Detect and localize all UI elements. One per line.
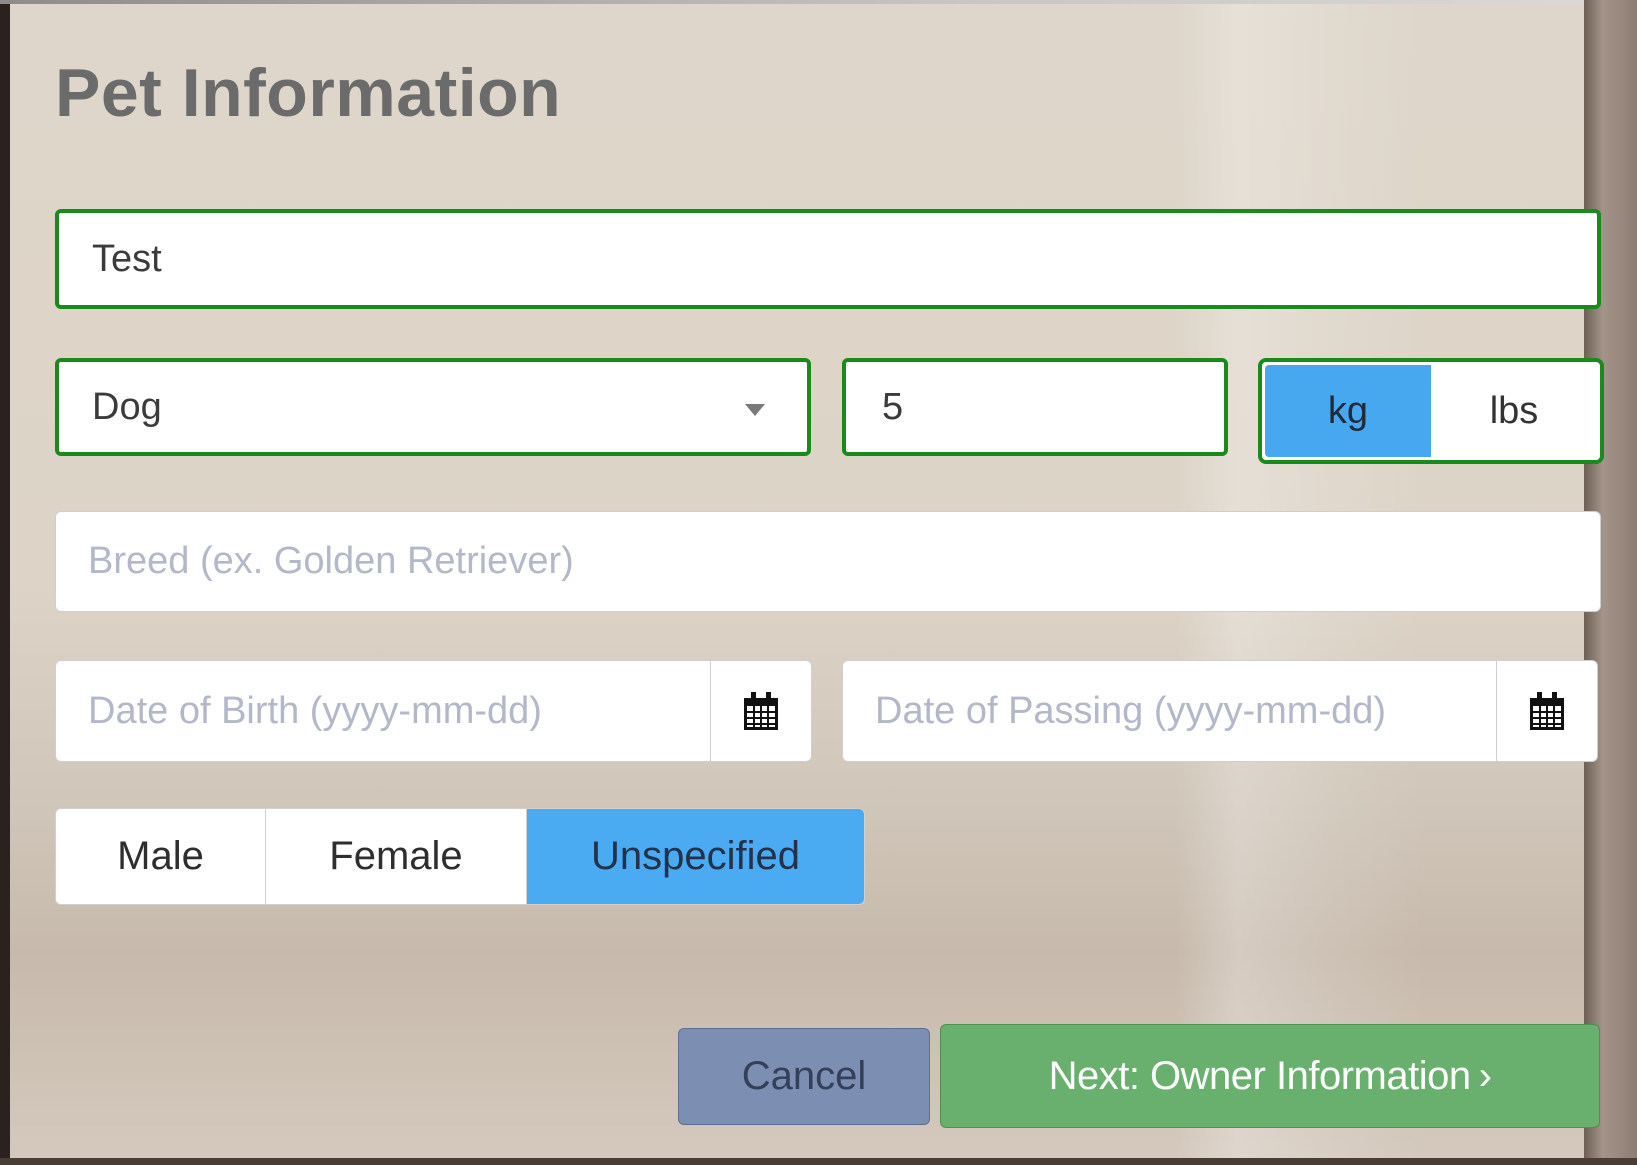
species-select[interactable]: Dog	[55, 358, 811, 456]
sex-toggle-group: Male Female Unspecified	[55, 808, 865, 905]
sex-unspecified-button[interactable]: Unspecified	[527, 809, 864, 904]
date-of-birth-placeholder: Date of Birth (yyyy-mm-dd)	[88, 689, 542, 732]
page-title: Pet Information	[55, 55, 562, 131]
weight-value: 5	[882, 385, 904, 428]
date-of-passing-picker-button[interactable]	[1496, 661, 1597, 761]
date-of-passing-placeholder: Date of Passing (yyyy-mm-dd)	[875, 689, 1387, 732]
breed-placeholder: Breed (ex. Golden Retriever)	[88, 540, 574, 582]
next-owner-information-button[interactable]: Next: Owner Information ›	[940, 1024, 1600, 1128]
next-label: Next: Owner Information	[1048, 1053, 1472, 1098]
caret-down-icon	[745, 404, 765, 416]
cancel-button[interactable]: Cancel	[678, 1028, 930, 1125]
breed-input[interactable]: Breed (ex. Golden Retriever)	[55, 511, 1601, 612]
weight-unit-toggle: kg lbs	[1258, 358, 1604, 464]
pet-name-value: Test	[92, 237, 162, 280]
calendar-icon	[744, 692, 778, 730]
date-of-birth-field: Date of Birth (yyyy-mm-dd)	[55, 660, 812, 762]
chevron-right-icon: ›	[1478, 1053, 1492, 1098]
cancel-label: Cancel	[741, 1054, 867, 1098]
pet-name-input[interactable]: Test	[55, 209, 1601, 309]
species-value: Dog	[92, 385, 162, 428]
unit-kg-button[interactable]: kg	[1265, 365, 1431, 457]
unit-lbs-button[interactable]: lbs	[1431, 365, 1597, 457]
weight-input[interactable]: 5	[842, 358, 1228, 456]
bottom-edge	[0, 1158, 1637, 1165]
date-of-birth-input[interactable]: Date of Birth (yyyy-mm-dd)	[56, 661, 710, 761]
date-of-passing-field: Date of Passing (yyyy-mm-dd)	[842, 660, 1598, 762]
sex-male-button[interactable]: Male	[56, 809, 266, 904]
calendar-icon	[1530, 692, 1564, 730]
date-of-passing-input[interactable]: Date of Passing (yyyy-mm-dd)	[843, 661, 1496, 761]
date-of-birth-picker-button[interactable]	[710, 661, 811, 761]
sex-female-button[interactable]: Female	[266, 809, 527, 904]
